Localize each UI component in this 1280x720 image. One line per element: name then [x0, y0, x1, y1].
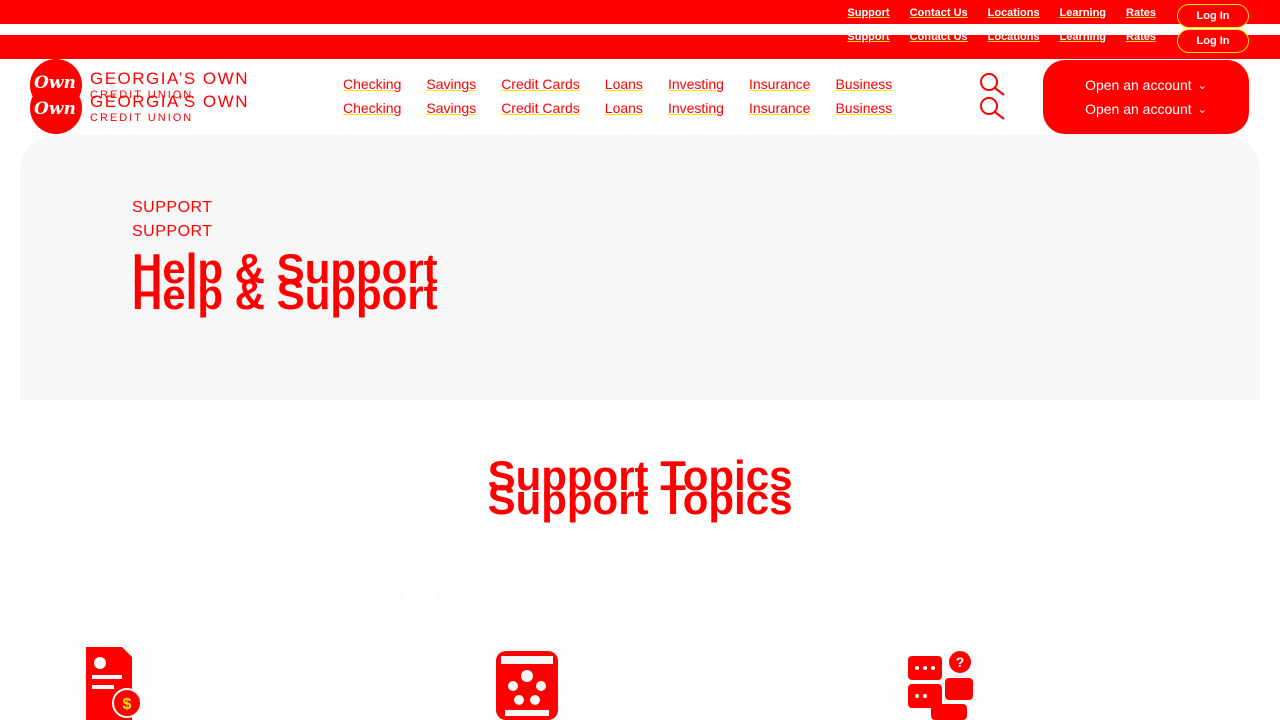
nav-item-credit-cards[interactable]: Credit Cards [501, 76, 580, 92]
utility-nav-ghost: Support Contact Us Locations Learning Ra… [827, 31, 1156, 55]
nav-item-business[interactable]: Business [835, 100, 892, 116]
nav-item-investing[interactable]: Investing [668, 76, 724, 92]
nav-item-insurance[interactable]: Insurance [749, 100, 810, 116]
nav-item-checking[interactable]: Checking [343, 100, 401, 116]
people-network-icon [496, 651, 558, 720]
login-button-ghost[interactable]: Log In [1177, 29, 1249, 53]
chat-question-icon: ? [908, 651, 973, 720]
search-icon[interactable] [978, 72, 1008, 96]
utility-link-contact-us[interactable]: Contact Us [910, 31, 968, 43]
nav-item-loans[interactable]: Loans [605, 76, 643, 92]
topic-card[interactable] [830, 576, 1240, 720]
utility-nav: Support Contact Us Locations Learning Ra… [827, 7, 1156, 31]
hero-eyebrow-ghost: SUPPORT [132, 223, 213, 240]
brand-name-ghost: GEORGIA’S OWN [90, 92, 249, 111]
utility-link-locations[interactable]: Locations [988, 31, 1040, 43]
nav-item-investing[interactable]: Investing [668, 100, 724, 116]
chevron-down-icon: ⌄ [1197, 103, 1207, 116]
utility-link-locations[interactable]: Locations [988, 7, 1040, 19]
topic-card[interactable] [430, 576, 840, 720]
document-dollar-icon: $ [86, 647, 142, 720]
nav-item-credit-cards[interactable]: Credit Cards [501, 100, 580, 116]
main-nav-ghost: Checking Savings Credit Cards Loans Inve… [343, 100, 917, 116]
page-title-ghost: Help & Support [132, 271, 438, 318]
nav-item-loans[interactable]: Loans [605, 100, 643, 116]
section-title-ghost: Support Topics [487, 476, 793, 523]
main-nav: Checking Savings Credit Cards Loans Inve… [343, 76, 917, 92]
utility-link-rates[interactable]: Rates [1126, 31, 1156, 43]
open-account-button-ghost[interactable]: Open an account ⌄ [1043, 96, 1249, 122]
logo-script: Own [34, 73, 76, 93]
svg-text:$: $ [123, 696, 132, 713]
svg-text:?: ? [956, 654, 965, 670]
login-button[interactable]: Log In [1177, 4, 1249, 28]
nav-item-business[interactable]: Business [835, 76, 892, 92]
chevron-down-icon: ⌄ [1197, 79, 1207, 92]
nav-item-savings[interactable]: Savings [426, 76, 476, 92]
nav-item-insurance[interactable]: Insurance [749, 76, 810, 92]
utility-link-support[interactable]: Support [847, 31, 889, 43]
utility-link-contact-us[interactable]: Contact Us [910, 7, 968, 19]
hero-curve [20, 340, 1260, 398]
hero-eyebrow: SUPPORT [132, 199, 213, 216]
search-icon-ghost[interactable] [978, 96, 1008, 120]
brand-logo[interactable] [30, 59, 82, 134]
utility-link-learning[interactable]: Learning [1060, 7, 1106, 19]
utility-link-learning[interactable]: Learning [1060, 31, 1106, 43]
brand-subname-ghost: CREDIT UNION [90, 112, 194, 124]
utility-link-rates[interactable]: Rates [1126, 7, 1156, 19]
brand-name: GEORGIA’S OWN [90, 69, 249, 88]
page: Support Contact Us Locations Learning Ra… [0, 0, 1280, 720]
nav-item-savings[interactable]: Savings [426, 100, 476, 116]
open-account-label: Open an account [1085, 77, 1192, 93]
open-account-button[interactable]: Open an account ⌄ [1043, 72, 1249, 98]
topic-card[interactable] [0, 576, 410, 720]
logo-script-ghost: Own [34, 99, 76, 119]
utility-link-support[interactable]: Support [847, 7, 889, 19]
open-account-label: Open an account [1085, 101, 1192, 117]
nav-item-checking[interactable]: Checking [343, 76, 401, 92]
